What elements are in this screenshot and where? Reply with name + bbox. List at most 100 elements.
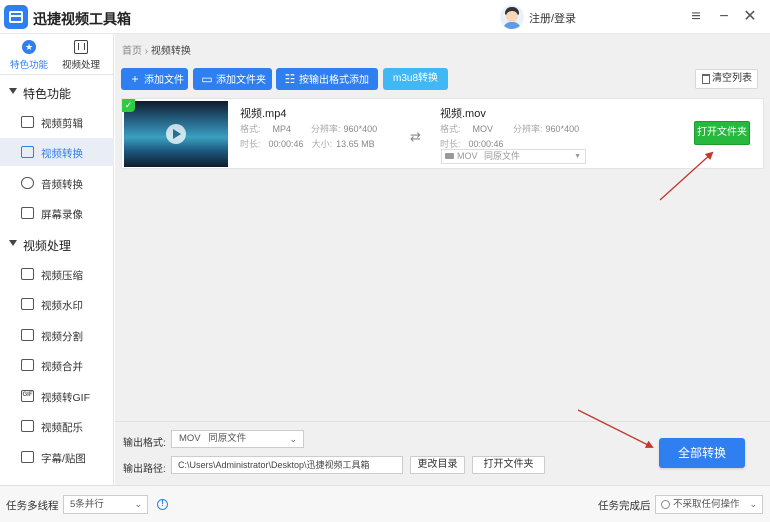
after-complete-select[interactable]: 不采取任何操作 ⌄	[655, 495, 763, 514]
menu-icon[interactable]: ≡	[686, 7, 706, 27]
user-avatar[interactable]	[500, 5, 524, 29]
sidebar-item-label: 屏幕录像	[41, 209, 83, 221]
info-icon[interactable]: !	[157, 499, 168, 510]
video-thumbnail[interactable]	[124, 101, 228, 167]
sidebar-item-screen-record[interactable]: 屏幕录像	[0, 199, 114, 227]
chevron-down-icon: ▼	[574, 153, 581, 160]
add-file-label: 添加文件	[144, 75, 184, 86]
change-directory-button[interactable]: 更改目录	[410, 456, 465, 474]
open-folder-button[interactable]: 打开文件夹	[694, 121, 750, 145]
output-format-select[interactable]: MOV 同原文件 ⌄	[171, 430, 304, 448]
sidebar-group-featured[interactable]: 特色功能	[0, 77, 114, 107]
caret-down-icon	[9, 240, 17, 246]
sidebar-item-video-merge[interactable]: 视频合并	[0, 351, 114, 379]
meta-label: 格式:	[440, 124, 461, 134]
folder-icon: ▭	[201, 72, 213, 86]
sidebar-item-label: 视频配乐	[41, 422, 83, 434]
output-quality-value: 同原文件	[208, 433, 247, 444]
add-by-format-button[interactable]: ☷ 按输出格式添加	[276, 68, 378, 90]
tab-featured[interactable]: 特色功能	[4, 37, 54, 73]
add-file-button[interactable]: + 添加文件	[121, 68, 188, 90]
source-format: MP4	[272, 124, 292, 134]
m3u8-convert-button[interactable]: m3u8转换	[383, 68, 448, 90]
sidebar-item-label: 字幕/贴图	[41, 453, 86, 465]
sidebar-group-label: 特色功能	[23, 87, 72, 101]
format-list-icon: ☷	[284, 72, 296, 86]
add-by-format-label: 按输出格式添加	[299, 75, 369, 86]
thread-count-select[interactable]: 5条并行 ⌄	[63, 495, 148, 514]
merge-icon	[21, 359, 34, 371]
thread-count-value: 5条并行	[70, 499, 104, 510]
sidebar-item-label: 音频转换	[41, 179, 83, 191]
chevron-down-icon: ⌄	[749, 499, 757, 509]
sidebar-group-label: 视频处理	[23, 239, 72, 253]
nav-tabs: 特色功能 视频处理	[0, 34, 114, 75]
sidebar-item-label: 视频压缩	[41, 270, 83, 282]
output-format-label: 输出格式:	[123, 438, 166, 449]
sidebar-item-label: 视频转GIF	[41, 392, 90, 404]
sidebar-item-audio-convert[interactable]: 音频转换	[0, 169, 114, 197]
file-row[interactable]: ✓ 视频.mp4 格式: MP4 分辨率: 960*400 时长: 00:00:46 大小…	[121, 98, 764, 169]
sidebar-item-video-compress[interactable]: 视频压缩	[0, 260, 114, 288]
trash-icon	[702, 74, 710, 84]
star-icon	[22, 40, 36, 54]
tab-video-processing-label: 视频处理	[61, 60, 100, 71]
meta-label: 分辨率:	[311, 124, 341, 134]
add-folder-label: 添加文件夹	[216, 75, 266, 86]
output-path-input[interactable]: C:\Users\Administrator\Desktop\迅捷视频工具箱	[171, 456, 403, 474]
meta-label: 分辨率:	[513, 124, 543, 134]
target-duration: 00:00:46	[468, 139, 504, 149]
add-folder-button[interactable]: ▭ 添加文件夹	[193, 68, 272, 90]
sidebar-item-video-watermark[interactable]: 视频水印	[0, 290, 114, 318]
sidebar-item-video-split[interactable]: 视频分割	[0, 321, 114, 349]
tab-video-processing[interactable]: 视频处理	[56, 37, 106, 73]
ban-icon	[661, 500, 670, 509]
gif-icon: GIF	[21, 390, 34, 402]
sidebar-item-subtitle[interactable]: 字幕/贴图	[0, 443, 114, 471]
output-open-folder-button[interactable]: 打开文件夹	[472, 456, 545, 474]
sidebar-group-processing[interactable]: 视频处理	[0, 229, 114, 259]
breadcrumb: 首页 › 视频转换	[122, 42, 191, 57]
status-bar: 任务多线程 5条并行 ⌄ ! 任务完成后 不采取任何操作 ⌄	[0, 485, 770, 522]
target-format-select[interactable]: MOV 同原文件 ▼	[441, 149, 586, 164]
breadcrumb-current: 视频转换	[150, 46, 191, 57]
sidebar-item-video-gif[interactable]: GIF 视频转GIF	[0, 382, 114, 410]
sidebar-item-label: 视频合并	[41, 361, 83, 373]
sidebar-item-label: 视频水印	[41, 300, 83, 312]
close-icon[interactable]: ✕	[740, 7, 760, 27]
tab-featured-label: 特色功能	[9, 60, 48, 71]
sidebar-item-label: 视频转换	[41, 148, 83, 160]
source-meta-line-1: 格式: MP4 分辨率: 960*400	[240, 122, 377, 135]
watermark-icon	[21, 298, 34, 310]
caret-down-icon	[9, 88, 17, 94]
target-select-format: MOV	[457, 151, 478, 161]
after-complete-label: 任务完成后	[598, 500, 651, 512]
sidebar-item-label: 视频剪辑	[41, 118, 83, 130]
m3u8-label: m3u8转换	[392, 73, 438, 84]
plus-icon: +	[131, 72, 139, 86]
minimize-icon[interactable]: −	[714, 7, 734, 27]
breadcrumb-home[interactable]: 首页	[122, 46, 142, 57]
app-title: 迅捷视频工具箱	[33, 11, 131, 27]
meta-label: 格式:	[240, 124, 261, 134]
sidebar-item-video-edit[interactable]: 视频剪辑	[0, 108, 114, 136]
login-link[interactable]: 注册/登录	[529, 10, 576, 26]
play-icon[interactable]	[166, 124, 186, 144]
split-icon	[21, 329, 34, 341]
sidebar-item-video-music[interactable]: 视频配乐	[0, 412, 114, 440]
scissors-icon	[21, 116, 34, 128]
subtitle-icon	[21, 451, 34, 463]
output-path-label: 输出路径:	[123, 464, 166, 475]
sidebar-item-video-convert[interactable]: 视频转换	[0, 138, 114, 166]
check-icon[interactable]: ✓	[122, 99, 135, 112]
source-resolution: 960*400	[343, 124, 378, 134]
clear-list-label: 清空列表	[712, 73, 752, 84]
shuffle-icon: ⇄	[410, 129, 421, 144]
sidebar-item-label: 视频分割	[41, 331, 83, 343]
convert-all-button[interactable]: 全部转换	[659, 438, 745, 468]
source-duration: 00:00:46	[268, 139, 304, 149]
target-select-quality: 同原文件	[484, 151, 521, 161]
clear-list-button[interactable]: 清空列表	[695, 69, 758, 89]
output-panel: 输出格式: MOV 同原文件 ⌄ 输出路径: C:\Users\Administ…	[115, 421, 770, 485]
target-file-name: 视频.mov	[440, 108, 486, 120]
